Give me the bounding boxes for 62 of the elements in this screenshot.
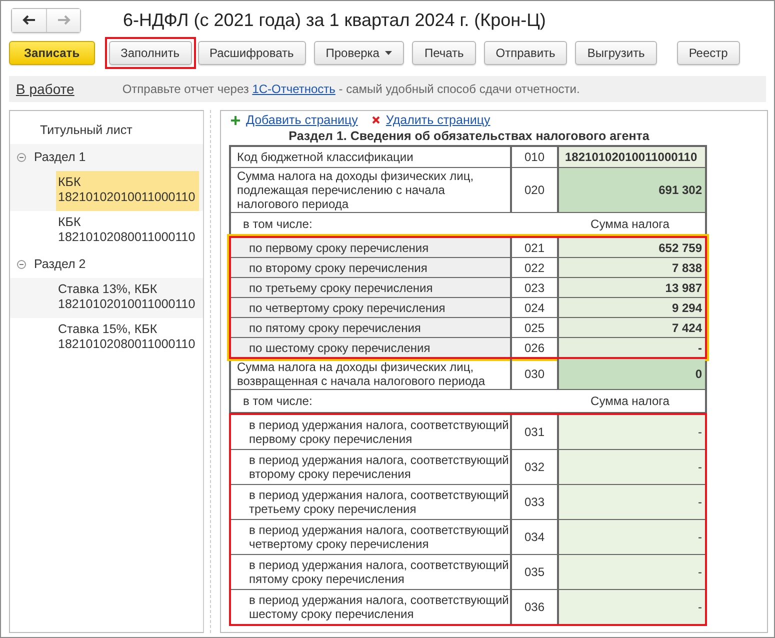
sidebar-item[interactable]: Раздел 2 — [32, 255, 90, 274]
value-field[interactable]: 0 — [559, 359, 705, 389]
toolbar-button[interactable]: Печать — [412, 41, 476, 65]
toolbar-button[interactable]: Реестр — [676, 41, 740, 65]
value-field[interactable]: - — [559, 555, 705, 589]
window-title: 6-НДФЛ (с 2021 года) за 1 квартал 2024 г. (Крон-Ц) — [123, 10, 546, 30]
table-cell: в период удержания налога, соответствующий шестому сроку перечисления — [231, 590, 512, 624]
column-header: Сумма налога — [590, 394, 670, 408]
forward-arrow-icon — [56, 15, 70, 25]
back-arrow-icon — [22, 15, 36, 25]
table-cell: Сумма налога на доходы физических лиц, возвращенная с начала налогового периода — [231, 359, 512, 389]
value-field[interactable]: - — [559, 450, 705, 484]
value-field[interactable]: - — [559, 415, 705, 449]
table-cell: в период удержания налога, соответствующий четвертому сроку перечисления — [231, 520, 512, 554]
reporting-link[interactable]: 1С-Отчетность — [252, 82, 336, 96]
value-field[interactable]: 9 294 — [559, 298, 705, 317]
table-cell: по первому сроку перечисления — [231, 238, 512, 257]
sidebar-item[interactable]: Ставка 15%, КБК 18210102080011000110 — [56, 318, 200, 358]
collapse-icon[interactable] — [17, 260, 26, 269]
toolbar-button[interactable]: Расшифровать — [198, 41, 306, 65]
sidebar-item[interactable]: КБК 18210102010011000110 — [56, 171, 200, 211]
value-field[interactable]: - — [559, 485, 705, 519]
section-title: Раздел 1. Сведения об обязательствах налогового агента — [288, 129, 650, 143]
toolbar-button[interactable]: Проверка — [314, 41, 404, 65]
table-cell: в период удержания налога, соответствующий третьему сроку перечисления — [231, 485, 512, 519]
delete-icon — [372, 116, 380, 124]
sidebar-item[interactable]: КБК 18210102080011000110 — [56, 211, 200, 251]
plus-icon — [231, 116, 240, 124]
value-field[interactable]: 691 302 — [559, 168, 705, 212]
page-action-link[interactable]: Добавить страницу — [246, 113, 358, 127]
value-field[interactable]: - — [559, 338, 705, 357]
table-cell: по третьему сроку перечисления — [231, 278, 512, 297]
table-cell: в период удержания налога, соответствующий первому сроку перечисления — [231, 415, 512, 449]
collapse-icon[interactable] — [17, 153, 26, 162]
table-cell: по четвертому сроку перечисления — [231, 298, 512, 317]
value-field[interactable]: 13 987 — [559, 278, 705, 297]
sidebar-item[interactable]: Титульный лист — [38, 121, 136, 140]
value-field[interactable]: 7 838 — [559, 258, 705, 277]
back-button[interactable] — [12, 8, 46, 32]
status-link[interactable]: В работе — [16, 81, 74, 97]
caret-icon — [385, 51, 392, 55]
value-field[interactable]: - — [559, 520, 705, 554]
table-cell-text: в том числе: — [242, 394, 314, 408]
table-cell: в период удержания налога, соответствующий пятому сроку перечисления — [231, 555, 512, 589]
table-cell: Сумма налога на доходы физических лиц, подлежащая перечислению с начала налогового периода — [231, 168, 512, 212]
table-cell: по шестому сроку перечисления — [231, 338, 512, 357]
table-cell: в период удержания налога, соответствующий второму сроку перечисления — [231, 450, 512, 484]
info-message: Отправьте отчет через 1С-Отчетность - самый удобный способ сдачи отчетности. — [122, 82, 580, 96]
table-cell: по второму сроку перечисления — [231, 258, 512, 277]
toolbar-button[interactable]: Выгрузить — [575, 41, 657, 65]
value-field[interactable]: - — [559, 590, 705, 624]
toolbar-button[interactable]: Записать — [9, 41, 95, 65]
table-cell-text: в том числе: — [242, 217, 314, 231]
value-field[interactable]: 652 759 — [559, 238, 705, 257]
table-cell: Код бюджетной классификации — [231, 147, 512, 167]
toolbar-button[interactable]: Отправить — [484, 41, 568, 65]
value-field[interactable]: 7 424 — [559, 318, 705, 337]
table-cell: по пятому сроку перечисления — [231, 318, 512, 337]
column-header: Сумма налога — [590, 217, 670, 231]
value-field[interactable]: 18210102010011000110 — [559, 147, 705, 167]
toolbar-button[interactable]: Заполнить — [108, 41, 192, 65]
page-action-link[interactable]: Удалить страницу — [386, 113, 490, 127]
